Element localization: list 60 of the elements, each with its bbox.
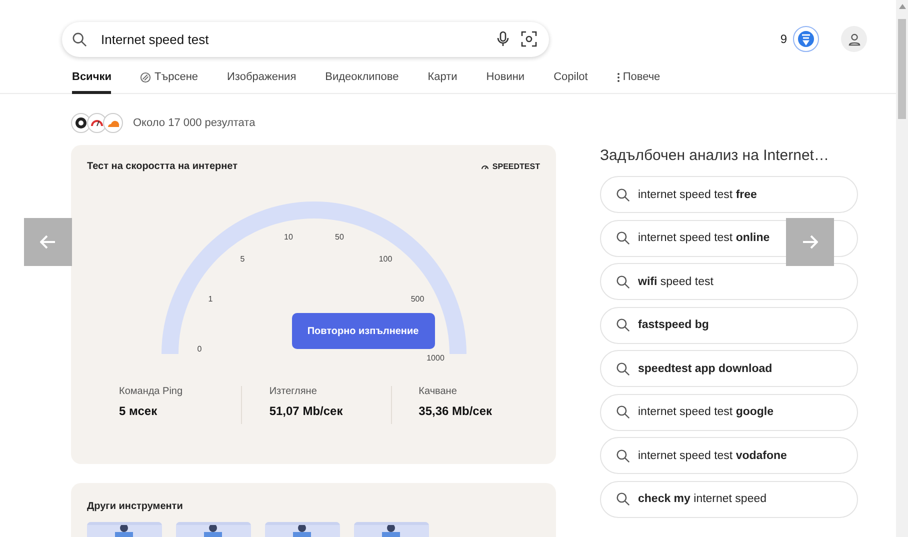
right-arrow-icon xyxy=(802,235,818,249)
related-search-link[interactable]: check my internet speed xyxy=(600,480,858,518)
nav-tab[interactable]: Всички xyxy=(72,72,112,94)
speedometer-logo-icon xyxy=(87,113,107,133)
microphone-icon[interactable] xyxy=(497,31,509,47)
user-avatar-icon[interactable] xyxy=(841,26,867,52)
card-title: Други инструменти xyxy=(87,501,183,512)
more-icon xyxy=(616,72,620,83)
search-icon xyxy=(616,318,630,332)
nav-tab[interactable]: Изображения xyxy=(227,72,296,94)
nav-tab[interactable]: Copilot xyxy=(554,72,588,94)
related-search-link[interactable]: speedtest app download xyxy=(600,350,858,387)
stat-label: Качване xyxy=(418,386,458,397)
nav-tab[interactable]: Новини xyxy=(486,72,525,94)
search-field[interactable]: Internet speed test xyxy=(99,30,485,48)
previous-button[interactable] xyxy=(24,218,72,266)
gauge-logo-icon xyxy=(71,113,91,133)
search-icon xyxy=(72,32,87,46)
gauge-icon xyxy=(481,162,490,170)
nav-tab[interactable]: Видеоклипове xyxy=(325,72,399,94)
stat-label: Команда Ping xyxy=(119,386,184,397)
stat-value: 51,07 Mb/сек xyxy=(269,404,344,418)
rewards-points: 9 xyxy=(780,32,787,46)
stat-value: 35,36 Mb/сек xyxy=(418,404,494,418)
gauge-tick-label: 10 xyxy=(284,232,293,242)
stat-value: 5 мсек xyxy=(119,404,158,418)
gauge-tick-label: 500 xyxy=(410,294,424,304)
search-icon xyxy=(616,274,630,288)
search-icon xyxy=(616,448,630,462)
results-count: Около 17 000 резултата xyxy=(133,117,256,129)
rewards-icon[interactable] xyxy=(793,26,819,52)
gauge-tick-label: 0 xyxy=(197,344,202,354)
stat-label: Изтегляне xyxy=(269,386,318,397)
related-title: Задълбочен анализ на Internet… xyxy=(600,147,830,164)
rerun-button[interactable]: Повторно изпълнение xyxy=(292,313,434,349)
next-button[interactable] xyxy=(786,218,834,266)
nav-tab[interactable]: Търсене xyxy=(140,72,198,94)
search-icon xyxy=(616,362,630,376)
scrollbar-thumb[interactable] xyxy=(898,19,906,119)
nav-tab[interactable]: Карти xyxy=(428,72,458,94)
related-search-link[interactable]: internet speed test google xyxy=(600,394,858,430)
related-search-link[interactable]: internet speed test free xyxy=(600,176,858,213)
related-search-link[interactable]: fastspeed bg xyxy=(600,306,858,344)
card-title: Тест на скоростта на интернет xyxy=(87,161,238,172)
search-icon xyxy=(616,405,630,419)
brand-name: SPEEDTEST xyxy=(492,162,540,171)
cloud-logo-icon xyxy=(103,113,123,133)
scroll-up-icon[interactable] xyxy=(898,4,906,9)
gauge-tick-label: 1 xyxy=(208,294,213,304)
search-icon xyxy=(616,188,630,202)
gauge-tick-label: 100 xyxy=(378,254,392,264)
related-search-link[interactable]: internet speed test vodafone xyxy=(600,437,858,474)
search-icon xyxy=(616,492,630,506)
gauge-tick-label: 50 xyxy=(335,232,344,242)
gauge-tick-label: 5 xyxy=(240,254,245,264)
camera-search-icon[interactable] xyxy=(521,31,537,47)
nav-tab[interactable]: Повече xyxy=(616,72,660,94)
search-icon xyxy=(616,231,630,245)
left-arrow-icon xyxy=(40,235,56,249)
gauge-tick-label: 1000 xyxy=(426,354,444,362)
